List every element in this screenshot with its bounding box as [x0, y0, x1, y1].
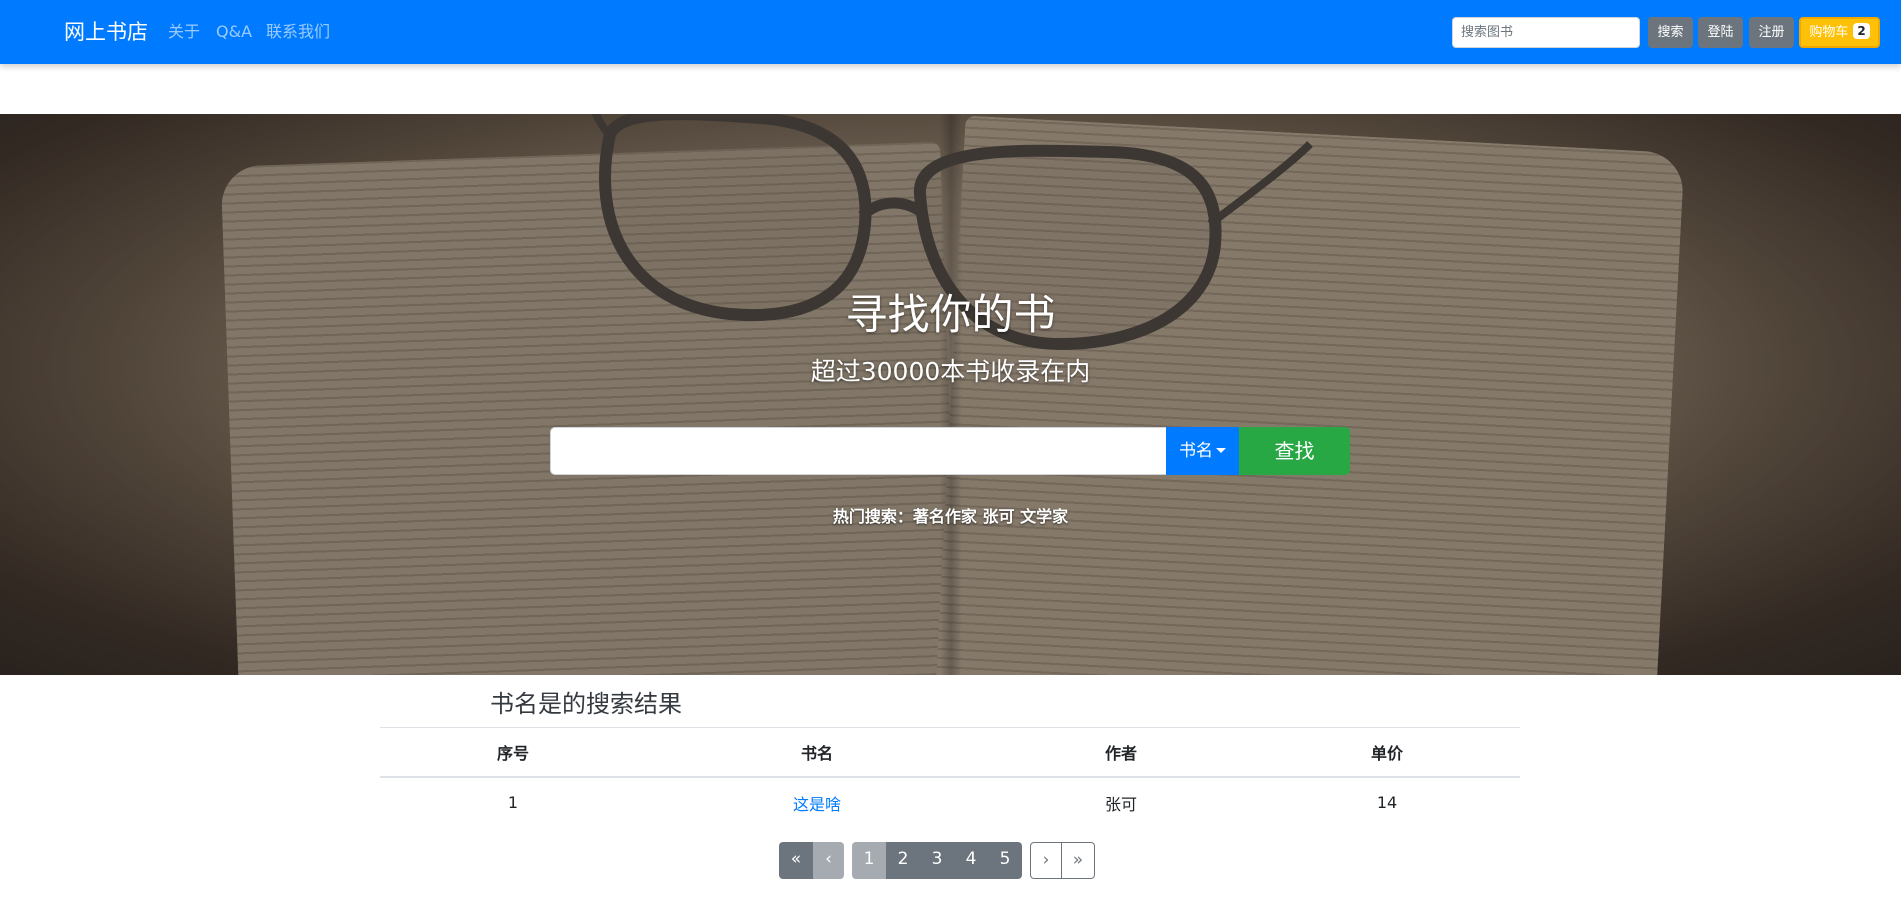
- cart-count-badge: 2: [1853, 23, 1870, 39]
- hot-search-term[interactable]: 著名作家: [913, 507, 977, 526]
- table-row: 1 这是啥 张可 14: [380, 777, 1520, 827]
- hero-title: 寻找你的书: [845, 290, 1056, 339]
- top-navbar: 网上书店 关于 Q&A 联系我们 搜索 登陆 注册 购物车 2: [0, 0, 1901, 64]
- column-header-author: 作者: [988, 727, 1254, 778]
- hero-dim-overlay: [0, 114, 1901, 675]
- nav-link-about[interactable]: 关于: [168, 21, 200, 43]
- results-table: 序号 书名 作者 单价 1 这是啥 张可 14: [380, 727, 1520, 827]
- nav-link-qa[interactable]: Q&A: [216, 21, 252, 43]
- search-type-label: 书名: [1179, 441, 1213, 461]
- table-header-row: 序号 书名 作者 单价: [380, 727, 1520, 778]
- page-number[interactable]: 4: [954, 842, 988, 879]
- book-search-input[interactable]: [550, 427, 1167, 475]
- book-name-link[interactable]: 这是啥: [793, 795, 841, 814]
- page-number[interactable]: 5: [988, 842, 1022, 879]
- page-number[interactable]: 3: [920, 842, 954, 879]
- hot-search-term[interactable]: 文学家: [1020, 507, 1068, 526]
- search-type-dropdown[interactable]: 书名: [1166, 427, 1239, 475]
- row-price: 14: [1376, 793, 1398, 812]
- column-header-name: 书名: [646, 727, 988, 778]
- page-first-button[interactable]: «: [779, 842, 813, 879]
- hot-searches: 热门搜索：著名作家 张可 文学家: [0, 506, 1901, 528]
- login-button[interactable]: 登陆: [1698, 17, 1743, 48]
- brand-logo[interactable]: 网上书店: [64, 19, 148, 45]
- row-book-name-cell: 这是啥: [646, 777, 988, 827]
- nav-search-button[interactable]: 搜索: [1648, 17, 1693, 48]
- hot-search-term[interactable]: 张可: [983, 507, 1015, 526]
- nav-search-input[interactable]: [1452, 17, 1640, 48]
- row-author: 张可: [1104, 794, 1137, 814]
- hero-subtitle: 超过30000本书收录在内: [810, 357, 1091, 386]
- find-button[interactable]: 查找: [1239, 427, 1350, 475]
- results-title: 书名是的搜索结果: [490, 690, 682, 718]
- column-header-price: 单价: [1254, 727, 1520, 778]
- column-header-index: 序号: [380, 727, 646, 778]
- page-next-button[interactable]: ›: [1030, 842, 1062, 879]
- page-last-button[interactable]: »: [1061, 842, 1095, 879]
- hero-banner: 寻找你的书 超过30000本书收录在内 书名 查找 热门搜索：著名作家 张可 文…: [0, 114, 1901, 675]
- page-prev-button[interactable]: ‹: [813, 842, 844, 879]
- page-number-current[interactable]: 1: [852, 842, 886, 879]
- hot-search-label: 热门搜索：: [832, 507, 913, 526]
- register-button[interactable]: 注册: [1749, 17, 1794, 48]
- nav-link-contact[interactable]: 联系我们: [266, 21, 330, 43]
- caret-down-icon: [1216, 448, 1226, 453]
- cart-button[interactable]: 购物车 2: [1799, 17, 1880, 48]
- cart-label: 购物车: [1809, 25, 1849, 40]
- page-number[interactable]: 2: [886, 842, 920, 879]
- row-index: 1: [507, 793, 519, 812]
